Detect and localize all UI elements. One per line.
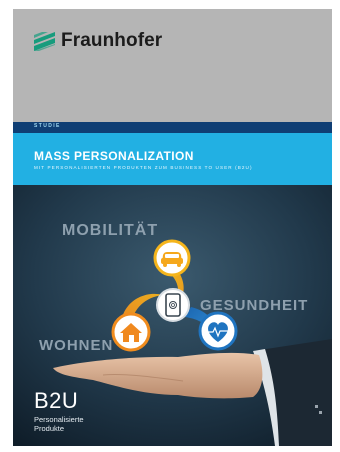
brochure-cover: Fraunhofer STUDIE MASS PERSONALIZATION M… bbox=[13, 9, 332, 446]
fraunhofer-logo: Fraunhofer bbox=[34, 30, 162, 52]
car-icon bbox=[153, 239, 191, 277]
footer-subheading: Personalisierte Produkte bbox=[34, 415, 84, 433]
brand-name: Fraunhofer bbox=[61, 30, 163, 51]
title-band: MASS PERSONALIZATION MIT PERSONALISIERTE… bbox=[13, 133, 332, 185]
fraunhofer-logo-icon bbox=[34, 31, 55, 51]
page-subtitle: MIT PERSONALISIERTEN PRODUKTEN ZUM BUSIN… bbox=[34, 165, 253, 170]
header-area: Fraunhofer bbox=[13, 9, 332, 122]
keyword-health: GESUNDHEIT bbox=[200, 297, 309, 314]
heart-pulse-icon bbox=[198, 311, 238, 351]
keyword-mobility: MOBILITÄT bbox=[62, 222, 159, 239]
series-band: STUDIE bbox=[13, 122, 332, 133]
footer-line-1: Personalisierte bbox=[34, 415, 84, 424]
house-icon bbox=[111, 312, 151, 352]
cover-illustration: MOBILITÄT GESUNDHEIT WOHNEN B2U Personal… bbox=[13, 185, 332, 446]
smartphone-fingerprint-icon bbox=[156, 288, 190, 322]
series-label: STUDIE bbox=[34, 123, 61, 129]
keyword-living: WOHNEN bbox=[39, 337, 114, 354]
footer-heading: B2U bbox=[34, 388, 79, 413]
footer-line-2: Produkte bbox=[34, 424, 65, 433]
page-title: MASS PERSONALIZATION bbox=[34, 149, 194, 163]
